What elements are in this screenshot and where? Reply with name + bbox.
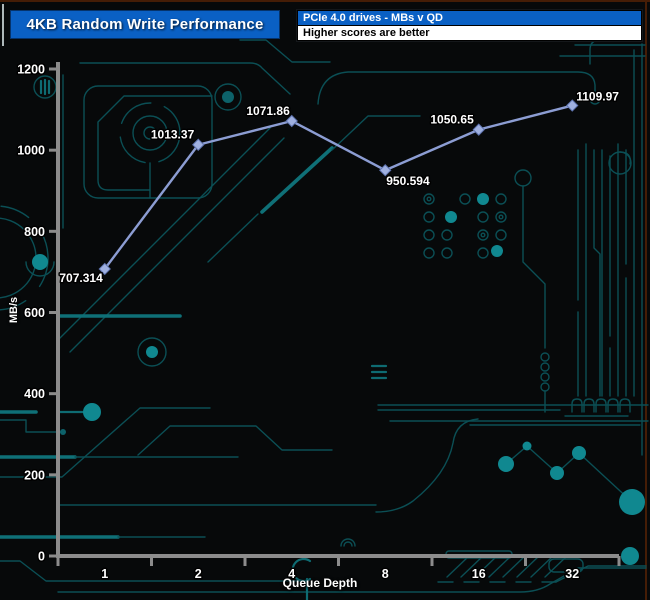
svg-text:600: 600	[24, 306, 45, 320]
svg-text:400: 400	[24, 387, 45, 401]
chart-title: 4KB Random Write Performance	[26, 16, 263, 33]
chart-title-box: 4KB Random Write Performance	[10, 10, 280, 39]
svg-text:1200: 1200	[17, 63, 45, 77]
legend: PCIe 4.0 drives - MBs v QD Higher scores…	[297, 10, 642, 41]
svg-text:1071.86: 1071.86	[246, 104, 290, 118]
x-axis-title: Queue Depth	[240, 576, 400, 590]
svg-text:2: 2	[195, 567, 202, 581]
line-chart-plot: 02004006008001000120012481632707.3141013…	[0, 0, 650, 600]
circuit-background	[0, 0, 650, 600]
svg-text:707.314: 707.314	[59, 271, 103, 285]
y-axis-title: MB/s	[8, 281, 20, 339]
svg-text:200: 200	[24, 468, 45, 482]
svg-text:0: 0	[38, 550, 45, 564]
svg-text:800: 800	[24, 225, 45, 239]
svg-text:32: 32	[565, 567, 579, 581]
svg-text:1013.37: 1013.37	[151, 128, 195, 142]
chart-canvas: 4KB Random Write Performance PCIe 4.0 dr…	[0, 0, 650, 600]
circuit-traces	[0, 0, 650, 600]
svg-text:1: 1	[101, 567, 108, 581]
legend-note: Higher scores are better	[298, 26, 641, 40]
svg-text:1109.97: 1109.97	[576, 90, 619, 104]
svg-text:1000: 1000	[17, 144, 45, 158]
svg-text:1050.65: 1050.65	[430, 113, 474, 127]
legend-series-label: PCIe 4.0 drives - MBs v QD	[298, 11, 641, 26]
svg-text:16: 16	[472, 567, 486, 581]
svg-text:950.594: 950.594	[386, 174, 430, 188]
